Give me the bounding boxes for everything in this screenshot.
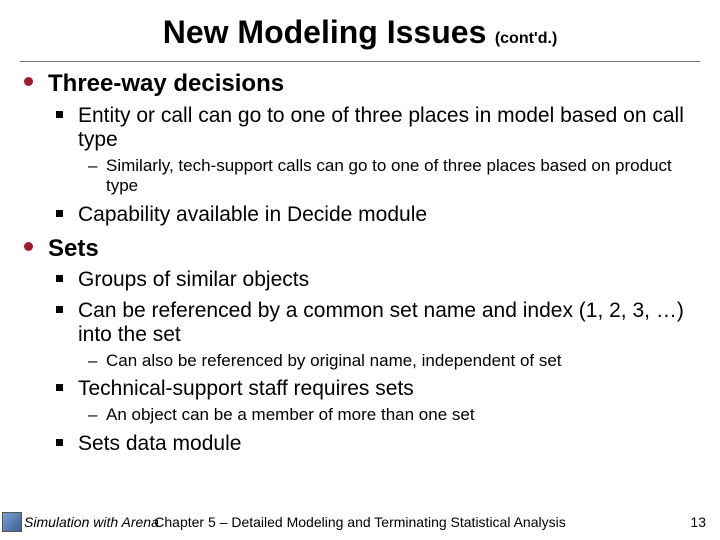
bullet-l1-text: Sets: [48, 235, 702, 263]
dash-icon: –: [88, 405, 97, 425]
slide-title-suffix: (cont'd.): [495, 30, 557, 47]
bullet-l2-text: Capability available in Decide module: [78, 203, 702, 227]
square-icon: [56, 439, 63, 446]
bullet-l2-text: Entity or call can go to one of three pl…: [78, 104, 702, 152]
bullet-l2: Capability available in Decide module: [56, 203, 702, 227]
dash-icon: –: [88, 351, 97, 371]
bullet-l2: Groups of similar objects: [56, 268, 702, 292]
bullet-l2: Entity or call can go to one of three pl…: [56, 104, 702, 152]
bullet-l3: – Can also be referenced by original nam…: [88, 351, 702, 371]
bullet-l2: Technical-support staff requires sets: [56, 377, 702, 401]
bullet-l3: – Similarly, tech-support calls can go t…: [88, 156, 702, 197]
slide: New Modeling Issues (cont'd.) Three-way …: [0, 0, 720, 540]
content: Three-way decisions Entity or call can g…: [0, 70, 720, 456]
square-icon: [56, 111, 63, 118]
footer-center: Chapter 5 – Detailed Modeling and Termin…: [0, 514, 720, 530]
dash-icon: –: [88, 156, 97, 176]
bullet-l2-text: Groups of similar objects: [78, 268, 702, 292]
bullet-l2: Can be referenced by a common set name a…: [56, 299, 702, 347]
bullet-l3: – An object can be a member of more than…: [88, 405, 702, 425]
bullet-l2: Sets data module: [56, 432, 702, 456]
slide-title: New Modeling Issues: [163, 14, 487, 50]
bullet-l3-text: Can also be referenced by original name,…: [106, 351, 702, 371]
bullet-l1: Three-way decisions: [18, 70, 702, 98]
square-icon: [56, 210, 63, 217]
bullet-l1: Sets: [18, 235, 702, 263]
square-icon: [56, 275, 63, 282]
bullet-l3-text: Similarly, tech-support calls can go to …: [106, 156, 702, 197]
bullet-l3-text: An object can be a member of more than o…: [106, 405, 702, 425]
square-icon: [56, 306, 63, 313]
bullet-l1-text: Three-way decisions: [48, 70, 702, 98]
title-divider: [20, 61, 700, 62]
footer: Simulation with Arena Chapter 5 – Detail…: [0, 510, 720, 532]
disc-icon: [24, 77, 33, 86]
bullet-l2-text: Sets data module: [78, 432, 702, 456]
square-icon: [56, 384, 63, 391]
bullet-l2-text: Technical-support staff requires sets: [78, 377, 702, 401]
disc-icon: [24, 242, 33, 251]
page-number: 13: [690, 514, 706, 530]
title-wrap: New Modeling Issues (cont'd.): [0, 0, 720, 51]
bullet-l2-text: Can be referenced by a common set name a…: [78, 299, 702, 347]
